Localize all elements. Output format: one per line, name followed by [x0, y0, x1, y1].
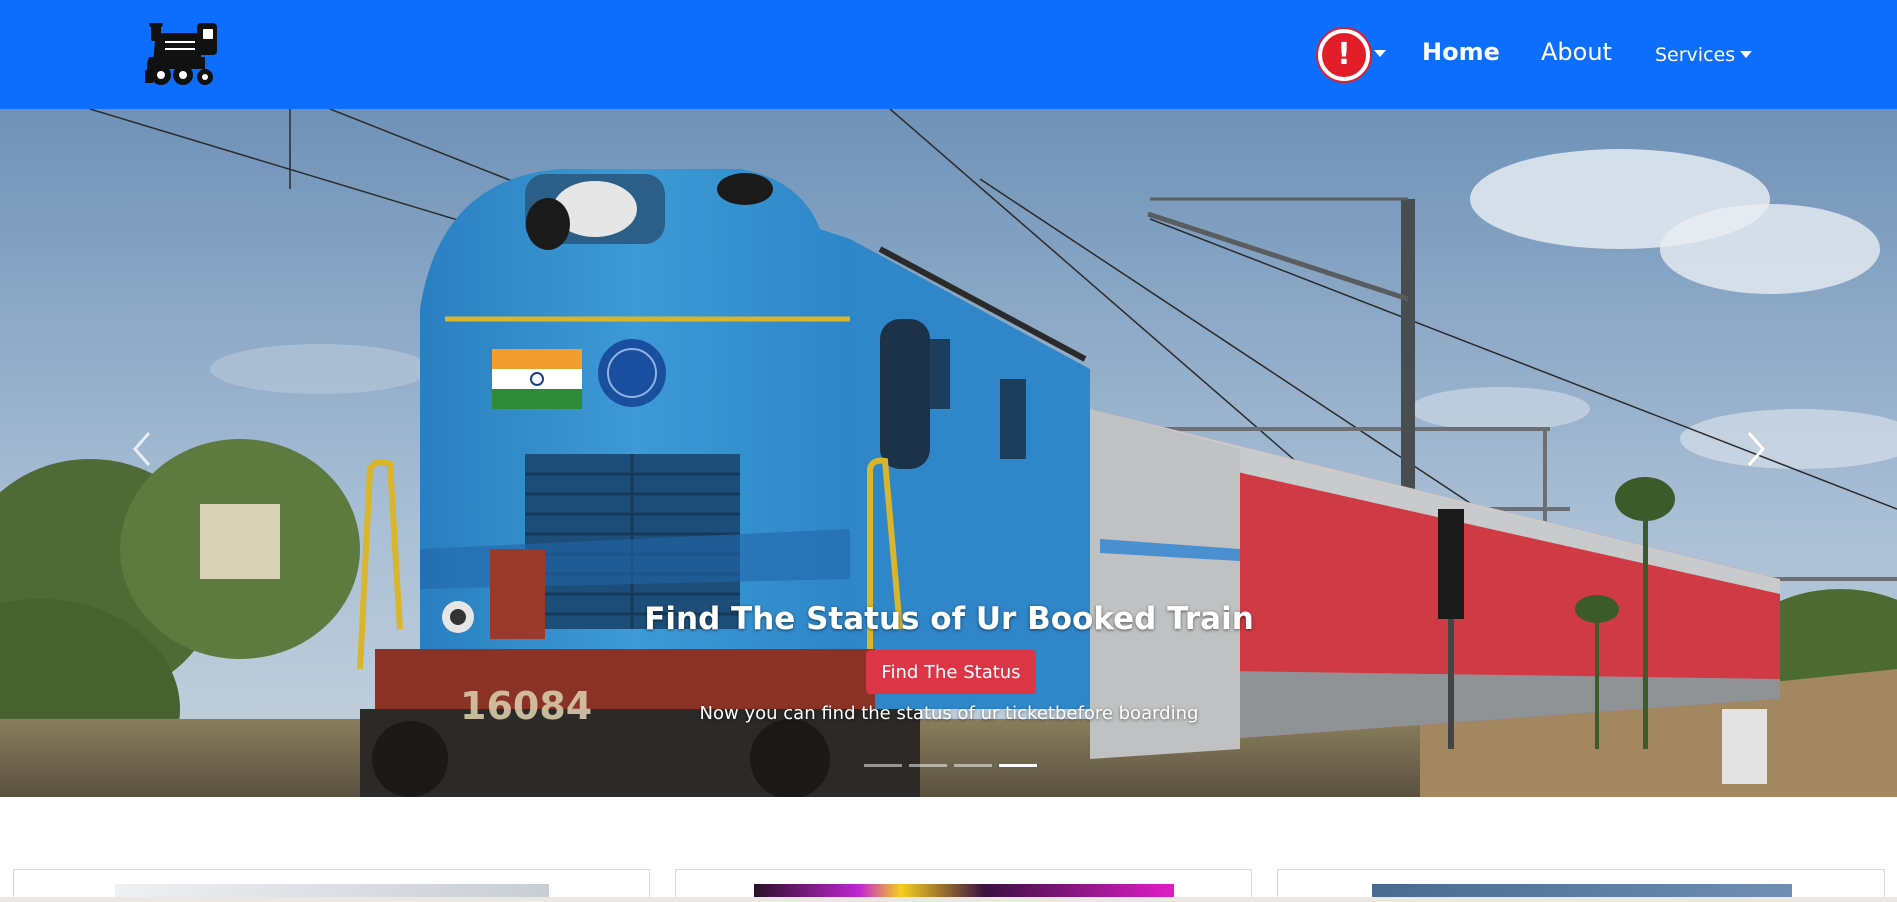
navbar: ! Home About Services	[0, 0, 1897, 109]
caption-title: Find The Status of Ur Booked Train	[644, 601, 1254, 637]
hero-carousel: 16084 Find The Status of Ur Booked Train…	[0, 109, 1897, 797]
nav-dropdown-services[interactable]: Services	[1655, 44, 1753, 66]
chevron-right-icon	[1747, 432, 1765, 466]
steam-locomotive-logo-icon[interactable]	[145, 17, 225, 91]
carousel-indicator-4[interactable]	[999, 764, 1037, 767]
nav-link-home[interactable]: Home	[1422, 38, 1500, 66]
caret-down-icon	[1374, 50, 1386, 57]
carousel-indicator-1[interactable]	[864, 764, 902, 767]
carousel-indicator-3[interactable]	[954, 764, 992, 767]
page-bottom-edge	[0, 897, 1897, 902]
caret-down-icon	[1740, 51, 1753, 58]
find-status-button[interactable]: Find The Status	[866, 650, 1036, 694]
exclamation-alert-icon: !	[1318, 29, 1370, 81]
alert-dropdown-toggle[interactable]: !	[1318, 29, 1390, 81]
carousel-next-button[interactable]	[1716, 409, 1796, 489]
nav-services-label: Services	[1655, 44, 1736, 66]
nav-link-about[interactable]: About	[1541, 38, 1612, 66]
carousel-indicator-2[interactable]	[909, 764, 947, 767]
chevron-left-icon	[133, 432, 151, 466]
caption-text: Now you can find the status of ur ticket…	[699, 703, 1199, 724]
carousel-indicators	[864, 760, 1037, 770]
carousel-prev-button[interactable]	[102, 409, 182, 489]
